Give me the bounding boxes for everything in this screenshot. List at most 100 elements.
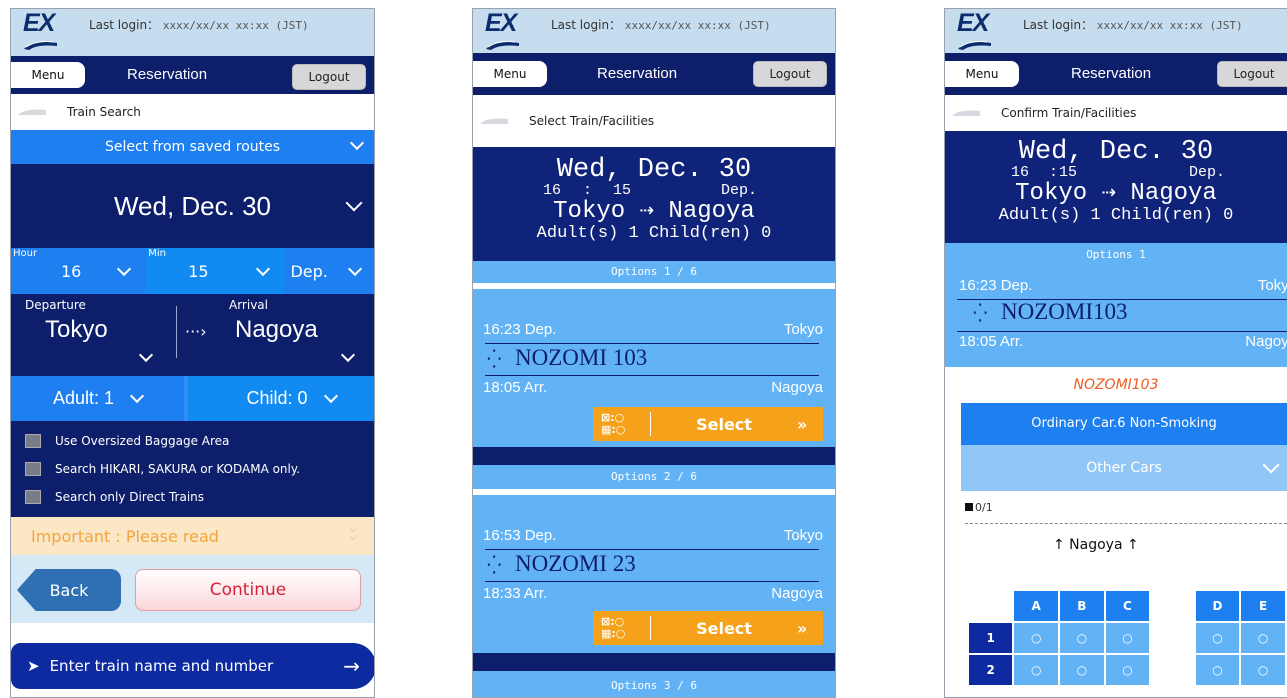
route-arrow-icon: ···›: [185, 322, 207, 341]
summary-route: Tokyo ⇢ Nagoya: [1015, 180, 1217, 207]
seat-column-label: D: [1195, 591, 1240, 621]
shinkansen-icon: ⁛: [487, 349, 502, 370]
station-select: Departure Tokyo ···› Arrival Nagoya: [11, 294, 374, 376]
train-result-card[interactable]: 16:53 Dep. Tokyo ⁛ NOZOMI 23 18:33 Arr. …: [473, 495, 835, 653]
direction-label: ↑ Nagoya ↑: [1053, 537, 1139, 553]
seat-2d[interactable]: ○: [1195, 655, 1240, 685]
time-row: Hour 16 Min 15 Dep.: [11, 248, 374, 294]
action-buttons: Back Continue: [11, 555, 374, 623]
oversized-baggage-checkbox[interactable]: Use Oversized Baggage Area: [11, 427, 374, 455]
search-summary: Wed, Dec. 30 16 : 15 Dep. Tokyo ⇢ Nagoya…: [945, 131, 1287, 243]
departure-label: Departure: [25, 298, 86, 312]
last-login: Last login： xxxx/xx/xx xx:xx (JST): [1023, 18, 1243, 32]
station-divider: [176, 306, 177, 358]
shinkansen-logo-icon: [486, 41, 519, 50]
summary-route: Tokyo ⇢ Nagoya: [553, 198, 755, 225]
navigation-arrow-icon: ➤: [27, 657, 40, 675]
header: EX Last login： xxxx/xx/xx xx:xx (JST): [945, 9, 1287, 53]
train-name: NOZOMI 23: [515, 551, 636, 576]
summary-date: Wed, Dec. 30: [556, 155, 752, 185]
train-nose-icon: [480, 118, 508, 124]
train-result-card[interactable]: 16:23 Dep. Tokyo ⁛ NOZOMI 103 18:05 Arr.…: [473, 289, 835, 447]
chevron-down-icon: [348, 261, 363, 277]
hour-select[interactable]: Hour 16: [11, 248, 147, 294]
train-caption: NOZOMI103: [945, 367, 1287, 403]
ex-logo: EX: [957, 9, 989, 37]
chevron-down-icon: [116, 261, 132, 277]
seat-1a[interactable]: ○: [1014, 623, 1059, 653]
logout-button[interactable]: Logout: [1217, 61, 1287, 87]
seat-column-label: E: [1241, 591, 1285, 621]
seat-2e[interactable]: ○: [1241, 655, 1285, 685]
date-select[interactable]: Wed, Dec. 30: [11, 164, 374, 248]
continue-button[interactable]: Continue: [135, 569, 361, 611]
last-login: Last login： xxxx/xx/xx xx:xx (JST): [551, 18, 771, 32]
dep-arr-select[interactable]: Dep.: [284, 248, 374, 294]
seat-column-label: B: [1060, 591, 1104, 621]
select-train-button[interactable]: ⊠:○ ▦:○ Select »: [593, 407, 823, 441]
chevron-down-icon: [1262, 456, 1280, 474]
shinkansen-icon: ⁛: [973, 303, 988, 324]
seat-1c[interactable]: ○: [1105, 623, 1150, 653]
logout-button[interactable]: Logout: [753, 61, 827, 87]
chevron-down-icon: [349, 135, 365, 151]
double-chevron-right-icon: »: [797, 618, 808, 638]
important-notice[interactable]: Important : Please read ⌄ ⌄: [11, 517, 374, 555]
direct-trains-checkbox[interactable]: Search only Direct Trains: [11, 483, 374, 511]
breadcrumb: Select Train/Facilities: [473, 95, 835, 147]
shinkansen-logo-icon: [958, 41, 991, 50]
screen-select-train: EX Last login： xxxx/xx/xx xx:xx (JST) Me…: [472, 8, 836, 698]
summary-passengers: Adult(s) 1 Child(ren) 0: [998, 206, 1234, 225]
option-header: Options 1: [945, 243, 1287, 267]
train-nose-icon: [18, 109, 46, 115]
menu-button[interactable]: Menu: [945, 61, 1019, 87]
saved-routes-select[interactable]: Select from saved routes: [11, 130, 374, 164]
seat-availability-icon: ⊠:○ ▦:○: [593, 412, 651, 436]
logout-button[interactable]: Logout: [292, 64, 366, 90]
minute-select[interactable]: Min 15: [146, 248, 285, 294]
child-select[interactable]: Child: 0: [188, 376, 374, 421]
passenger-row: Adult: 1 Child: 0: [11, 376, 374, 421]
chevron-down-icon: [323, 388, 338, 403]
seat-row-label: 2: [969, 655, 1013, 685]
car-select[interactable]: Ordinary Car.6 Non-Smoking: [961, 403, 1287, 445]
seat-2a[interactable]: ○: [1014, 655, 1059, 685]
seat-2b[interactable]: ○: [1060, 655, 1104, 685]
nav-bar: Menu Reservation Logout: [11, 56, 374, 94]
back-button[interactable]: Back: [17, 569, 121, 611]
seat-1d[interactable]: ○: [1195, 623, 1240, 653]
screen-confirm-train: EX Last login： xxxx/xx/xx xx:xx (JST) Me…: [944, 8, 1287, 698]
train-name: NOZOMI 103: [515, 345, 648, 370]
screen-train-search: EX Last login： xxxx/xx/xx xx:xx (JST) Me…: [10, 8, 375, 698]
seat-column-label: A: [1014, 591, 1059, 621]
seat-column-label: C: [1105, 591, 1150, 621]
select-train-button[interactable]: ⊠:○ ▦:○ Select »: [593, 611, 823, 645]
double-chevron-down-icon: ⌄ ⌄: [346, 517, 360, 544]
nav-title: Reservation: [597, 65, 678, 82]
breadcrumb: Train Search: [11, 94, 374, 130]
arrow-right-icon: →: [343, 654, 360, 678]
search-options: Use Oversized Baggage Area Search HIKARI…: [11, 421, 374, 517]
double-chevron-right-icon: »: [797, 414, 808, 434]
chevron-down-icon: [256, 261, 271, 277]
summary-time: 16 : 15 Dep.: [1011, 164, 1226, 181]
seat-row-label: 1: [969, 623, 1013, 653]
chevron-down-icon: [345, 194, 363, 212]
menu-button[interactable]: Menu: [11, 62, 85, 88]
arrival-station[interactable]: Nagoya: [235, 316, 318, 344]
seat-1b[interactable]: ○: [1060, 623, 1104, 653]
option-header: Options 1 / 6: [473, 261, 835, 283]
other-cars-select[interactable]: Other Cars: [961, 445, 1287, 491]
adult-select[interactable]: Adult: 1: [11, 376, 185, 421]
seat-map: 0/1 ↑ Nagoya ↑ A B C D E 1 ○ ○ ○ ○ ○ 2 ○…: [945, 491, 1287, 685]
seat-1e[interactable]: ○: [1241, 623, 1285, 653]
menu-button[interactable]: Menu: [473, 61, 547, 87]
shinkansen-logo-icon: [24, 41, 57, 50]
train-name: NOZOMI103: [1001, 299, 1128, 324]
enter-train-number-button[interactable]: ➤ Enter train name and number →: [11, 643, 374, 689]
hikari-sakura-kodama-checkbox[interactable]: Search HIKARI, SAKURA or KODAMA only.: [11, 455, 374, 483]
nav-title: Reservation: [1071, 65, 1152, 82]
seat-2c[interactable]: ○: [1105, 655, 1150, 685]
departure-station[interactable]: Tokyo: [45, 316, 108, 344]
train-nose-icon: [952, 110, 980, 116]
